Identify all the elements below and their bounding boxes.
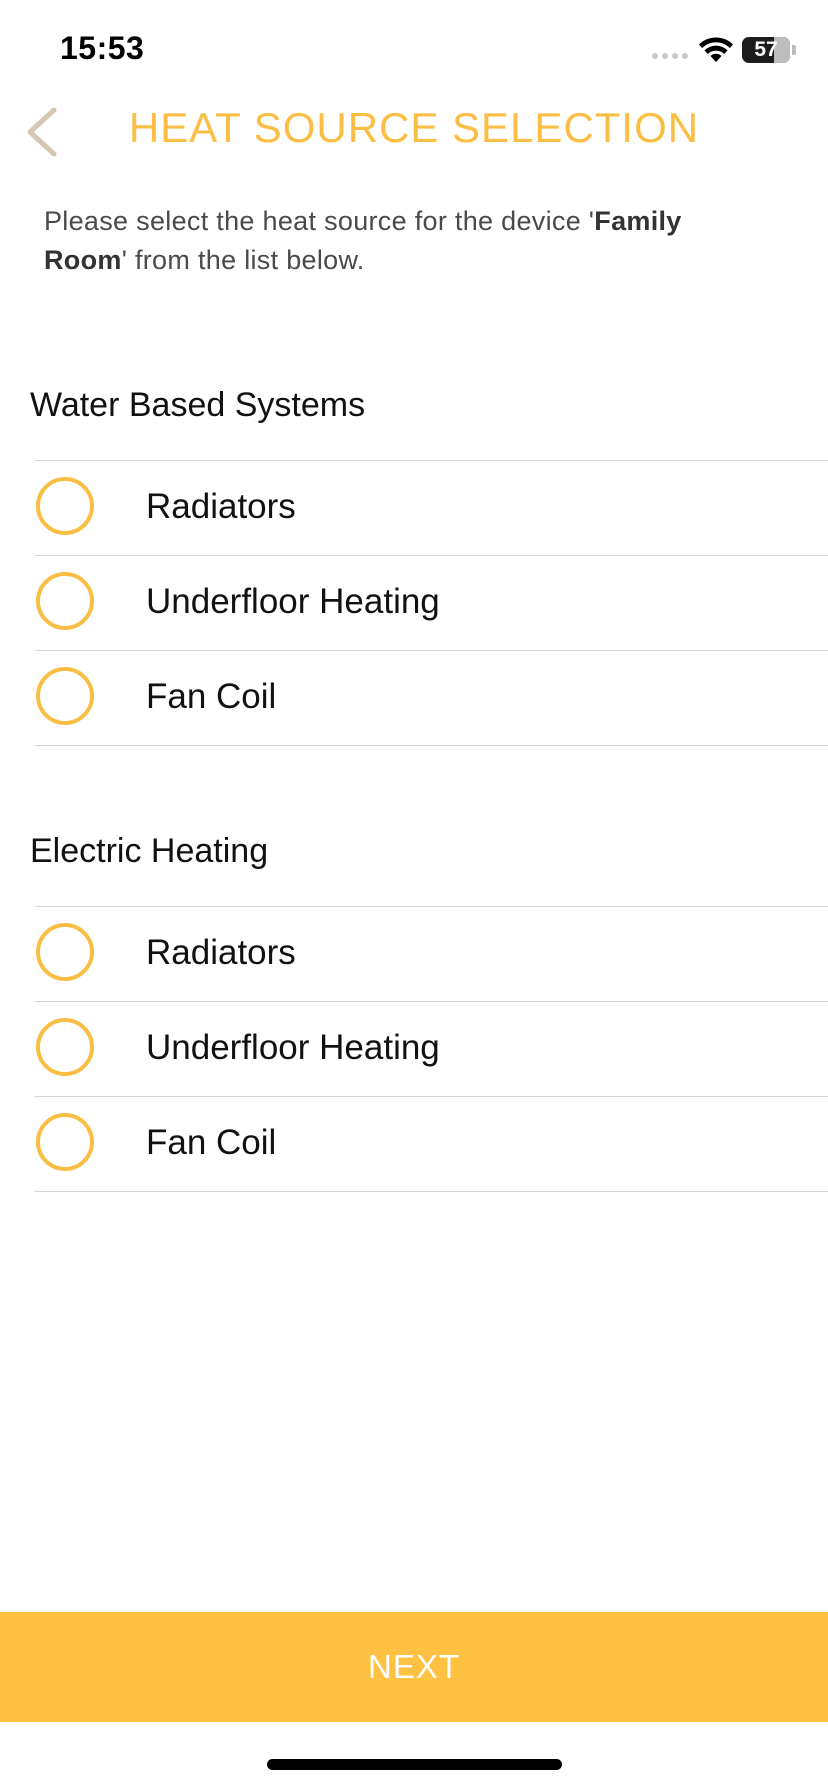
option-water-underfloor-heating[interactable]: Underfloor Heating: [35, 555, 828, 650]
radio-button[interactable]: [36, 477, 94, 535]
section-title-electric-heating: Electric Heating: [30, 832, 269, 870]
status-time: 15:53: [60, 30, 145, 66]
next-button[interactable]: NEXT: [0, 1612, 828, 1722]
option-label: Fan Coil: [146, 1123, 277, 1162]
cellular-signal-icon: [652, 53, 688, 59]
radio-button[interactable]: [36, 667, 94, 725]
instruction-suffix: ' from the list below.: [121, 245, 365, 275]
battery-cap: [792, 45, 796, 55]
option-electric-radiators[interactable]: Radiators: [35, 906, 828, 1001]
radio-button[interactable]: [36, 1113, 94, 1171]
option-label: Radiators: [146, 487, 296, 526]
status-bar: 15:53 57: [0, 0, 828, 100]
option-label: Underfloor Heating: [146, 582, 440, 621]
radio-button[interactable]: [36, 923, 94, 981]
home-indicator[interactable]: [267, 1759, 562, 1770]
option-label: Underfloor Heating: [146, 1028, 440, 1067]
instruction-text: Please select the heat source for the de…: [44, 202, 764, 280]
option-electric-fan-coil[interactable]: Fan Coil: [35, 1096, 828, 1192]
option-water-fan-coil[interactable]: Fan Coil: [35, 650, 828, 746]
section-title-water-based: Water Based Systems: [30, 386, 366, 424]
wifi-icon: [699, 37, 733, 62]
instruction-prefix: Please select the heat source for the de…: [44, 206, 595, 236]
water-based-options-list: Radiators Underfloor Heating Fan Coil: [35, 460, 828, 746]
battery-level: 57: [754, 38, 778, 61]
radio-button[interactable]: [36, 572, 94, 630]
radio-button[interactable]: [36, 1018, 94, 1076]
option-water-radiators[interactable]: Radiators: [35, 460, 828, 555]
option-label: Fan Coil: [146, 677, 277, 716]
option-label: Radiators: [146, 933, 296, 972]
option-electric-underfloor-heating[interactable]: Underfloor Heating: [35, 1001, 828, 1096]
electric-heating-options-list: Radiators Underfloor Heating Fan Coil: [35, 906, 828, 1192]
page-title-text: HEAT SOURCE SELECTION: [128, 104, 700, 151]
page-title: HEAT SOURCE SELECTION: [0, 104, 828, 152]
